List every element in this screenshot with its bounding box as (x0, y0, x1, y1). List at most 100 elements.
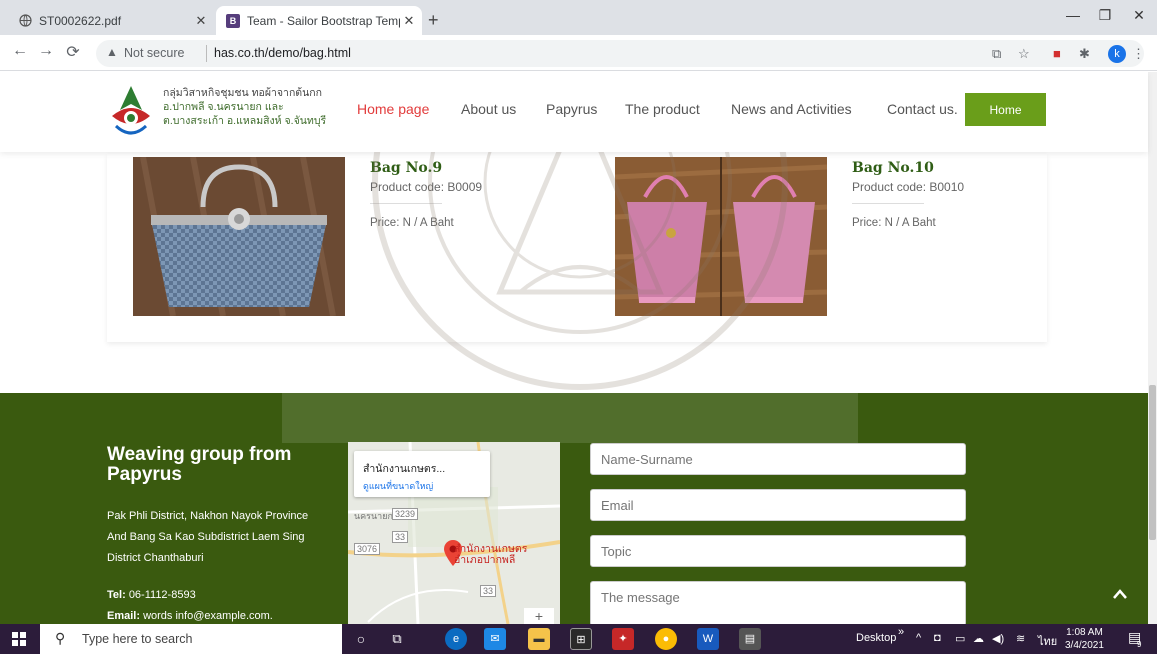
taskbar-clock[interactable]: 1:08 AM 3/4/2021 (1065, 626, 1104, 652)
page-scrollbar[interactable] (1148, 72, 1157, 624)
nav-contact-us[interactable]: Contact us. (887, 101, 958, 117)
map-zoom-in-button[interactable]: + (524, 608, 554, 624)
minimize-icon[interactable]: — (1058, 7, 1088, 23)
input-language-label[interactable]: ไทย (1038, 632, 1057, 650)
nav-news-and-activities[interactable]: News and Activities (731, 101, 852, 117)
tel-number: 06-1112-8593 (128, 589, 196, 601)
bag-9-price: Price: N / A Baht (370, 217, 454, 229)
email-label: Email: (107, 610, 141, 622)
extensions-puzzle-icon[interactable]: ✱ (1079, 46, 1090, 62)
footer-address: Pak Phli District, Nakhon Nayok Province… (107, 510, 309, 564)
warning-icon[interactable]: ▲ (106, 45, 118, 59)
view-larger-map-link[interactable]: ดูแผนที่ขนาดใหญ่ (363, 479, 433, 493)
footer-title: Weaving group from Papyrus (107, 444, 292, 485)
address-bar: ← → ⟳ ▲ Not secure has.co.th/demo/bag.ht… (0, 35, 1157, 71)
edge-icon[interactable]: e (445, 628, 467, 650)
wifi-icon[interactable]: ≋ (1016, 632, 1025, 645)
bag-10-code: Product code: B0010 (852, 180, 965, 194)
footer-overlay (282, 393, 858, 443)
tab-title: Team - Sailor Bootstrap Template (247, 13, 400, 28)
clock-date: 3/4/2021 (1065, 640, 1104, 651)
page-viewport: กลุ่มวิสาหกิจชุมชน ทอผ้าจากต้นกก อ.ปากพล… (0, 72, 1157, 624)
reload-icon[interactable]: ⟳ (62, 42, 84, 62)
battery-icon[interactable]: ▭ (955, 632, 965, 645)
desktop-toolbar-label[interactable]: Desktop (856, 632, 896, 644)
menu-dots-icon[interactable]: ⋮ (1132, 46, 1145, 62)
bootstrap-icon: B (226, 13, 240, 28)
new-tab-button[interactable]: + (428, 10, 439, 31)
footer-tel: Tel: 06-1112-8593 (107, 589, 196, 601)
email-value: words info@example.com. (143, 610, 273, 622)
back-arrow-icon[interactable]: ← (9, 42, 31, 60)
nav-home-page[interactable]: Home page (357, 101, 429, 117)
divider (852, 203, 924, 204)
bag-10-title[interactable]: Bag No.10 (852, 160, 934, 176)
map-embed[interactable]: สำนักงานเกษตร... ดูแผนที่ขนาดใหญ่ นครนาย… (348, 442, 560, 624)
message-textarea[interactable] (590, 581, 966, 624)
nav-about-us[interactable]: About us (461, 101, 516, 117)
translate-icon[interactable]: ⧉ (992, 46, 1001, 62)
topic-input[interactable] (590, 535, 966, 567)
close-tab-icon[interactable]: ✕ (400, 13, 418, 29)
nav-the-product[interactable]: The product (625, 101, 700, 117)
window-close-icon[interactable]: ✕ (1124, 7, 1154, 24)
back-to-top-chevron-up-icon[interactable] (1100, 580, 1140, 610)
tab-title: ST0002622.pdf (39, 13, 122, 28)
bag-9-code: Product code: B0009 (370, 180, 483, 194)
divider (370, 203, 442, 204)
star-bookmark-icon[interactable]: ☆ (1018, 46, 1030, 62)
mail-icon[interactable]: ✉ (484, 628, 506, 650)
group-logo[interactable] (108, 82, 154, 138)
cortana-circle-icon[interactable]: ○ (350, 628, 372, 650)
globe-icon (18, 14, 32, 28)
profile-avatar[interactable]: k (1108, 45, 1126, 63)
bag-9-image[interactable] (133, 157, 345, 316)
road-sign: 33 (480, 585, 497, 597)
task-view-icon[interactable]: ⧉ (386, 628, 408, 650)
store-icon[interactable]: ⊞ (570, 628, 592, 650)
nav-papyrus[interactable]: Papyrus (546, 101, 597, 117)
url-omnibox[interactable]: ▲ Not secure has.co.th/demo/bag.html ⧉ ☆… (96, 40, 1145, 67)
tray-chevron-up-icon[interactable]: ^ (916, 632, 921, 644)
browser-tab-strip: ST0002622.pdf ✕ B Team - Sailor Bootstra… (0, 0, 1157, 35)
browser-tab-pdf[interactable]: ST0002622.pdf ✕ (8, 6, 214, 35)
meet-now-icon[interactable]: ◘ (934, 632, 941, 644)
scrollbar-thumb[interactable] (1149, 385, 1156, 540)
gift-app-icon[interactable]: ✦ (612, 628, 634, 650)
file-explorer-icon[interactable]: ▬ (528, 628, 550, 650)
windows-taskbar: ⚲ Type here to search ○ ⧉ e ✉ ▬ ⊞ ✦ ● W … (0, 624, 1157, 654)
name-surname-input[interactable] (590, 443, 966, 475)
site-footer: Weaving group from Papyrus Pak Phli Dist… (0, 393, 1148, 624)
map-place-card[interactable]: สำนักงานเกษตร... ดูแผนที่ขนาดใหญ่ (354, 451, 490, 497)
onedrive-cloud-icon[interactable]: ☁ (973, 632, 984, 645)
map-pin-label-line-2: อำเภอปากพลี (454, 554, 516, 566)
security-label[interactable]: Not secure (124, 46, 184, 60)
notification-count-badge: 9 (1137, 640, 1142, 649)
road-sign: 3076 (354, 543, 381, 555)
close-tab-icon[interactable]: ✕ (192, 13, 210, 29)
tel-label: Tel: (107, 589, 126, 601)
windows-start-icon[interactable] (0, 624, 38, 654)
logo-text: กลุ่มวิสาหกิจชุมชน ทอผ้าจากต้นกก อ.ปากพล… (163, 86, 326, 128)
pdf-extension-icon[interactable]: ■ (1053, 46, 1061, 61)
site-header: กลุ่มวิสาหกิจชุมชน ทอผ้าจากต้นกก อ.ปากพล… (0, 72, 1148, 152)
map-place-name: สำนักงานเกษตร... (363, 463, 446, 475)
bag-9-title[interactable]: Bag No.9 (370, 160, 442, 176)
volume-icon[interactable]: ◀) (992, 632, 1004, 645)
chrome-icon[interactable]: ● (655, 628, 677, 650)
home-button[interactable]: Home (965, 93, 1046, 126)
language-flag-icon[interactable]: ▤ (739, 628, 761, 650)
bag-10-image[interactable] (615, 157, 827, 316)
taskbar-search-placeholder: Type here to search (82, 632, 193, 646)
browser-tab-team[interactable]: B Team - Sailor Bootstrap Template ✕ (216, 6, 422, 35)
url-text[interactable]: has.co.th/demo/bag.html (214, 46, 351, 60)
restore-icon[interactable]: ❐ (1090, 7, 1120, 24)
search-icon: ⚲ (55, 630, 66, 646)
word-icon[interactable]: W (697, 628, 719, 650)
toolbar-expand-icon[interactable]: » (898, 626, 904, 638)
email-input[interactable] (590, 489, 966, 521)
footer-email: Email: words info@example.com. (107, 610, 273, 622)
logo-line-2: อ.ปากพลี จ.นครนายก และ (163, 101, 284, 113)
forward-arrow-icon[interactable]: → (35, 42, 57, 60)
taskbar-search-box[interactable]: ⚲ Type here to search (40, 624, 342, 654)
